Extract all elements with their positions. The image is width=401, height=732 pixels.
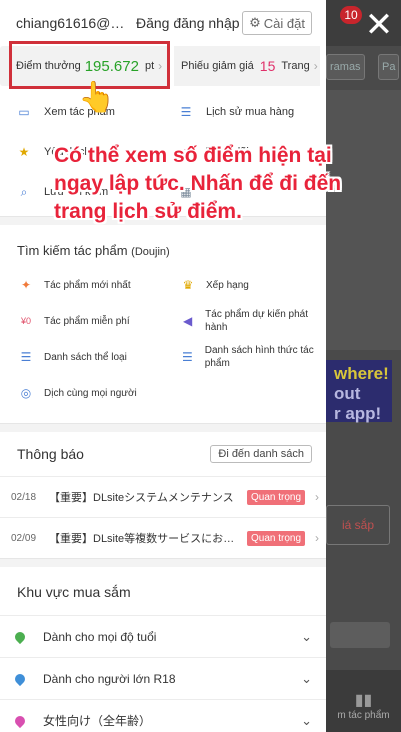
chevron-down-icon: ⌄ <box>301 670 312 686</box>
section-title-text: Tìm kiếm tác phẩm <box>17 243 128 258</box>
coupon-button[interactable]: Phiếu giảm giá 15 Trang › <box>174 46 320 86</box>
shopping-row-female[interactable]: 女性向け（全年齢） ⌄ <box>0 699 326 732</box>
shopping-title: Khu vực mua sắm <box>17 584 131 600</box>
coupon-unit: Trang <box>281 60 310 72</box>
location-pin-icon <box>12 671 28 686</box>
account-email[interactable]: chiang61616@gmail.com <box>16 15 128 31</box>
notices-list-button[interactable]: Đi đến danh sách <box>210 445 312 463</box>
book-icon: ▮▮ <box>354 692 373 709</box>
list-icon: ☰ <box>180 105 192 119</box>
bottom-nav-label: m tác phẩm <box>337 710 390 721</box>
annotation-line: ngay lập tức. Nhấn để đi đến <box>54 172 342 195</box>
coupon-label: Phiếu giảm giá <box>181 60 254 72</box>
search-icon: ⌕ <box>20 184 28 199</box>
notice-date: 02/09 <box>11 532 37 544</box>
globe-icon: ◎ <box>20 386 32 400</box>
notice-date: 02/18 <box>11 491 37 503</box>
chevron-right-icon: › <box>315 531 320 545</box>
section-subtitle: (Doujin) <box>131 246 170 258</box>
notice-text: 【重要】DLsite等複数サービスにおける <box>49 533 245 545</box>
close-icon[interactable]: ✕ <box>362 8 396 42</box>
list-icon: ☰ <box>182 350 193 364</box>
book-icon: ▭ <box>18 105 30 119</box>
notice-badge: Quan trọng <box>247 489 306 505</box>
shopping-row-all-ages[interactable]: Dành cho mọi độ tuổi ⌄ <box>0 615 326 657</box>
login-status[interactable]: Đăng đăng nhập <box>136 15 240 31</box>
work-item-label: Dịch cùng mọi người <box>44 387 137 399</box>
work-item-label: Tác phẩm miễn phí <box>44 315 130 327</box>
background-link: iá sắp <box>326 505 390 545</box>
account-row: chiang61616@gmail.com Đăng đăng nhập ⚙ C… <box>0 0 326 46</box>
background-bottom-nav: ▮▮ m tác phẩm <box>326 670 401 732</box>
notice-row[interactable]: 02/09 【重要】DLsite等複数サービスにおける Quan trọng › <box>0 517 326 558</box>
star-icon: ★ <box>18 145 30 159</box>
sparkle-icon: ✦ <box>20 278 32 292</box>
settings-label: Cài đặt <box>263 15 305 31</box>
background-input <box>330 622 390 648</box>
pointing-hand-icon: 👆 <box>78 81 116 114</box>
annotation-line: trang lịch sử điểm. <box>54 200 242 223</box>
work-item-label: Danh sách thể loại <box>44 351 127 363</box>
list-icon: ☰ <box>20 350 32 364</box>
search-works-grid: ✦ Tác phẩm mới nhất ♛ Xếp hạng ¥0 Tác ph… <box>0 263 326 411</box>
shopping-label: Dành cho người lớn R18 <box>43 671 176 686</box>
ad-word: where! <box>334 364 389 383</box>
annotation-line: Có thể xem số điểm hiện tại <box>54 144 332 167</box>
work-item-upcoming[interactable]: ◀ Tác phẩm dự kiến phát hành <box>162 303 324 339</box>
crown-icon: ♛ <box>182 278 194 292</box>
work-item-label: Xếp hạng <box>206 279 249 291</box>
section-divider <box>0 558 326 567</box>
shopping-row-adult[interactable]: Dành cho người lớn R18 ⌄ <box>0 657 326 699</box>
notice-row[interactable]: 02/18 【重要】DLsiteシステムメンテナンス Quan trọng › <box>0 476 326 517</box>
chevron-down-icon: ⌄ <box>301 628 312 644</box>
shopping-label: 女性向け（全年齢） <box>43 714 152 728</box>
work-item-formats[interactable]: ☰ Danh sách hình thức tác phẩm <box>162 339 324 375</box>
notice-text: 【重要】DLsiteシステムメンテナンス <box>49 492 234 504</box>
work-item-ranking[interactable]: ♛ Xếp hạng <box>162 267 324 303</box>
work-item-label: Tác phẩm dự kiến phát hành <box>205 309 309 333</box>
work-item-genres[interactable]: ☰ Danh sách thể loại <box>0 339 162 375</box>
notices-header: Thông báo Đi đến danh sách <box>0 432 326 476</box>
yen-icon: ¥0 <box>20 316 31 326</box>
section-divider <box>0 423 326 432</box>
notice-badge: Quan trọng <box>247 530 306 546</box>
chevron-right-icon: › <box>315 490 320 504</box>
chevron-down-icon: ⌄ <box>301 712 312 728</box>
menu-item-label: Lịch sử mua hàng <box>206 106 295 118</box>
shopping-label: Dành cho mọi độ tuổi <box>43 629 157 644</box>
background-tab: Pa <box>378 54 400 80</box>
megaphone-icon: ◀ <box>182 314 193 328</box>
settings-button[interactable]: ⚙ Cài đặt <box>242 11 312 35</box>
location-pin-icon <box>12 629 28 644</box>
search-works-title: Tìm kiếm tác phẩm (Doujin) <box>0 225 326 263</box>
background-ad: where! out r app! <box>326 360 392 423</box>
location-pin-icon <box>12 713 28 728</box>
notices-title: Thông báo <box>17 446 84 462</box>
background-tab: ramas <box>326 54 365 80</box>
menu-item-purchase-history[interactable]: ☰ Lịch sử mua hàng <box>162 92 324 132</box>
work-item-label: Danh sách hình thức tác phẩm <box>204 345 314 369</box>
notification-badge: 10 <box>340 6 362 24</box>
work-item-label: Tác phẩm mới nhất <box>44 279 131 291</box>
ad-word: r app! <box>334 404 382 423</box>
work-item-free[interactable]: ¥0 Tác phẩm miễn phí <box>0 303 162 339</box>
chevron-right-icon: › <box>313 59 318 73</box>
work-item-translate[interactable]: ◎ Dịch cùng mọi người <box>0 375 162 411</box>
ad-word: out <box>334 384 361 403</box>
work-item-newest[interactable]: ✦ Tác phẩm mới nhất <box>0 267 162 303</box>
side-drawer: chiang61616@gmail.com Đăng đăng nhập ⚙ C… <box>0 0 326 732</box>
coupon-value: 15 <box>259 58 276 74</box>
tutorial-annotation: Có thể xem số điểm hiện tại ngay lập tức… <box>54 142 384 226</box>
gear-icon: ⚙ <box>249 15 261 30</box>
